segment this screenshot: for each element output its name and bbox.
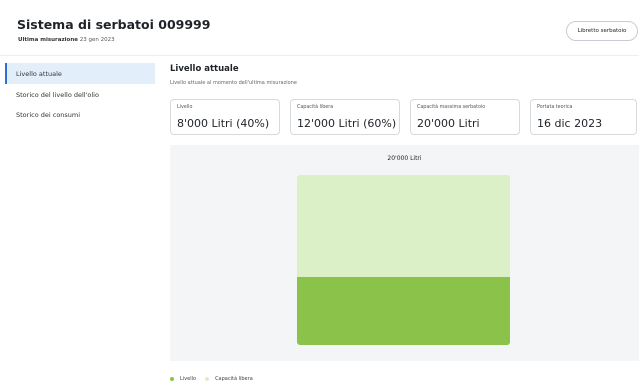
sidebar-item-consumption-history[interactable]: Storico dei consumi <box>5 104 155 125</box>
legend: Livello Capacità libera <box>170 374 262 384</box>
tank-logbook-button[interactable]: Libretto serbatoio <box>566 21 638 41</box>
last-measurement: Ultima misurazione 23 gen 2023 <box>18 37 115 43</box>
sidebar-item-oil-level-history[interactable]: Storico del livello dell'olio <box>5 84 155 105</box>
tank-level-fill <box>297 277 510 345</box>
legend-level-dot <box>170 377 174 381</box>
section-title: Livello attuale <box>170 64 239 74</box>
card-label: Capacità libera <box>297 105 334 110</box>
page: Sistema di serbatoi 009999 Ultima misura… <box>0 0 639 391</box>
card-label: Portata teorica <box>537 105 573 110</box>
last-measurement-date: 23 gen 2023 <box>79 37 115 43</box>
legend-item-level: Livello <box>170 376 196 382</box>
tank-graphic <box>297 175 510 345</box>
legend-item-free: Capacità libera <box>205 376 253 382</box>
card-value: 16 dic 2023 <box>537 117 603 130</box>
card-value: 8'000 Litri (40%) <box>177 117 270 130</box>
card-free-capacity: Capacità libera 12'000 Litri (60%) <box>290 99 400 135</box>
legend-free-dot <box>205 377 210 381</box>
tank-capacity-label: 20'000 Litri <box>387 155 422 162</box>
card-label: Livello <box>177 105 193 110</box>
tank-chart: 20'000 Litri <box>170 145 639 361</box>
card-theoretical-flow: Portata teorica 16 dic 2023 <box>530 99 637 135</box>
card-label: Capacità massima serbatoio <box>417 105 486 110</box>
section-subtitle: Livello attuale al momento dell'ultima m… <box>170 80 297 86</box>
sidebar: Livello attuale Storico del livello dell… <box>0 56 160 391</box>
legend-level-label: Livello <box>180 376 197 382</box>
card-level: Livello 8'000 Litri (40%) <box>170 99 280 135</box>
card-value: 12'000 Litri (60%) <box>297 117 397 130</box>
sidebar-item-current-level[interactable]: Livello attuale <box>5 63 155 84</box>
card-max-capacity: Capacità massima serbatoio 20'000 Litri <box>410 99 520 135</box>
main-content: Livello attuale Livello attuale al momen… <box>170 56 639 391</box>
legend-free-label: Capacità libera <box>215 376 253 382</box>
card-value: 20'000 Litri <box>417 117 480 130</box>
last-measurement-label: Ultima misurazione <box>18 37 78 43</box>
tank-free-capacity-fill <box>297 175 510 277</box>
page-title: Sistema di serbatoi 009999 <box>17 17 211 32</box>
header: Sistema di serbatoi 009999 Ultima misura… <box>0 0 639 56</box>
